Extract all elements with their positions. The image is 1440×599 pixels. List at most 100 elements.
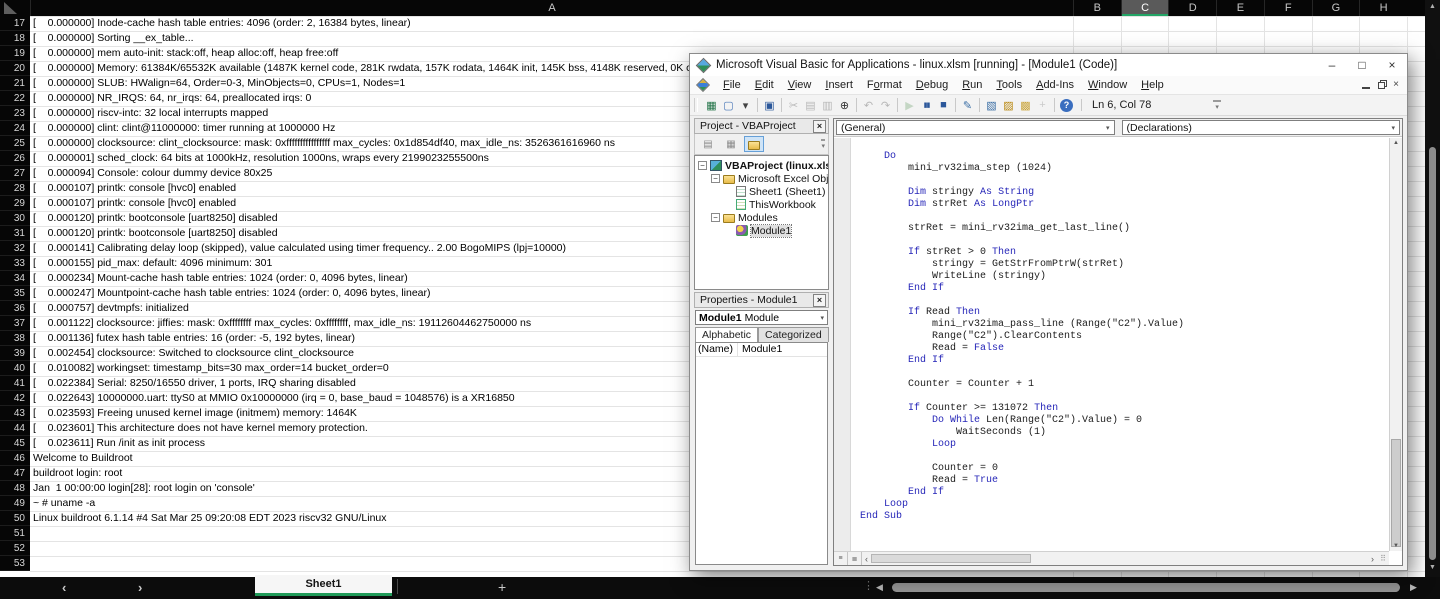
project-panel-close-icon[interactable]: ×	[813, 120, 826, 133]
menu-run[interactable]: Run	[955, 77, 989, 93]
view-excel-icon[interactable]: ▦	[703, 97, 720, 113]
row-number-38[interactable]: 38	[0, 331, 30, 346]
help-icon[interactable]: ?	[1060, 99, 1073, 112]
row-number-42[interactable]: 42	[0, 391, 30, 406]
menu-help[interactable]: Help	[1134, 77, 1171, 93]
properties-panel-close-icon[interactable]: ×	[813, 294, 826, 307]
break-icon[interactable]: ▮▮	[918, 97, 935, 113]
vba-titlebar[interactable]: Microsoft Visual Basic for Applications …	[690, 54, 1407, 76]
view-object-icon[interactable]: ▦	[721, 136, 741, 152]
tree-expander-icon[interactable]: −	[711, 213, 720, 222]
column-header-f[interactable]: F	[1264, 0, 1312, 16]
cell-a39[interactable]: [ 0.002454] clocksource: Switched to clo…	[33, 346, 354, 361]
row-number-17[interactable]: 17	[0, 16, 30, 31]
find-icon[interactable]: ⊕	[836, 97, 853, 113]
row-number-20[interactable]: 20	[0, 61, 30, 76]
save-icon[interactable]: ▣	[761, 97, 778, 113]
cell-a17[interactable]: [ 0.000000] Inode-cache hash table entri…	[33, 16, 411, 31]
mdi-close-icon[interactable]: ×	[1393, 80, 1399, 90]
cell-a35[interactable]: [ 0.000247] Mountpoint-cache hash table …	[33, 286, 431, 301]
properties-window-icon[interactable]: ▨	[1000, 97, 1017, 113]
cell-a47[interactable]: buildroot login: root	[33, 466, 122, 481]
row-number-49[interactable]: 49	[0, 496, 30, 511]
object-browser-icon[interactable]: ▩	[1017, 97, 1034, 113]
column-header-e[interactable]: E	[1216, 0, 1264, 16]
menu-window[interactable]: Window	[1081, 77, 1134, 93]
cell-a27[interactable]: [ 0.000094] Console: colour dummy device…	[33, 166, 272, 181]
row-number-41[interactable]: 41	[0, 376, 30, 391]
scroll-down-icon[interactable]: ▼	[1390, 543, 1402, 549]
row-number-48[interactable]: 48	[0, 481, 30, 496]
object-dropdown[interactable]: (General) ▾	[836, 120, 1115, 135]
cell-a23[interactable]: [ 0.000000] riscv-intc: 32 local interru…	[33, 106, 268, 121]
cell-a40[interactable]: [ 0.010082] workingset: timestamp_bits=3…	[33, 361, 389, 376]
insert-userform-caret-icon[interactable]: ▾	[737, 97, 754, 113]
next-sheet-icon[interactable]: ›	[138, 580, 142, 595]
row-number-53[interactable]: 53	[0, 556, 30, 571]
row-number-25[interactable]: 25	[0, 136, 30, 151]
row-number-32[interactable]: 32	[0, 241, 30, 256]
prev-sheet-icon[interactable]: ‹	[62, 580, 66, 595]
properties-panel-header[interactable]: Properties - Module1 ×	[694, 292, 829, 308]
cell-a44[interactable]: [ 0.023601] This architecture does not h…	[33, 421, 368, 436]
toolbar-grip[interactable]	[694, 98, 698, 112]
row-number-23[interactable]: 23	[0, 106, 30, 121]
scroll-up-icon[interactable]: ▲	[1390, 140, 1402, 146]
tree-item-thisworkbook[interactable]: ThisWorkbook	[695, 198, 828, 211]
toggle-folders-icon[interactable]	[744, 136, 764, 152]
menu-edit[interactable]: Edit	[748, 77, 781, 93]
scroll-right-icon[interactable]: ›	[1368, 554, 1377, 564]
cell-a26[interactable]: [ 0.000001] sched_clock: 64 bits at 1000…	[33, 151, 489, 166]
cell-a41[interactable]: [ 0.022384] Serial: 8250/16550 driver, 1…	[33, 376, 356, 391]
row-number-18[interactable]: 18	[0, 31, 30, 46]
procedure-dropdown[interactable]: (Declarations) ▾	[1122, 120, 1401, 135]
tab-alphabetic[interactable]: Alphabetic	[695, 327, 758, 342]
cell-a29[interactable]: [ 0.000107] printk: console [hvc0] enabl…	[33, 196, 236, 211]
cell-a21[interactable]: [ 0.000000] SLUB: HWalign=64, Order=0-3,…	[33, 76, 405, 91]
row-number-52[interactable]: 52	[0, 541, 30, 556]
project-tree[interactable]: −VBAProject (linux.xlsm)−Microsoft Excel…	[694, 155, 829, 290]
properties-object-dropdown[interactable]: Module1 Module ▾	[695, 310, 828, 325]
project-toolbar-overflow-icon[interactable]: ▾	[821, 139, 825, 150]
full-module-view-icon[interactable]: ≣	[848, 552, 862, 565]
cell-a36[interactable]: [ 0.000757] devtmpfs: initialized	[33, 301, 189, 316]
mdi-minimize-icon[interactable]	[1362, 82, 1370, 89]
reset-icon[interactable]: ■	[935, 97, 952, 113]
row-number-36[interactable]: 36	[0, 301, 30, 316]
cell-a42[interactable]: [ 0.022643] 10000000.uart: ttyS0 at MMIO…	[33, 391, 515, 406]
code-vscroll-thumb[interactable]	[1391, 439, 1401, 547]
cell-a33[interactable]: [ 0.000155] pid_max: default: 4096 minim…	[33, 256, 272, 271]
column-header-g[interactable]: G	[1312, 0, 1360, 16]
row-number-47[interactable]: 47	[0, 466, 30, 481]
mdi-restore-icon[interactable]	[1378, 82, 1385, 89]
code-margin[interactable]	[834, 138, 851, 551]
row-number-40[interactable]: 40	[0, 361, 30, 376]
close-button[interactable]: ×	[1377, 54, 1407, 76]
view-code-icon[interactable]: ▤	[698, 136, 718, 152]
row-number-44[interactable]: 44	[0, 421, 30, 436]
cell-a24[interactable]: [ 0.000000] clint: clint@11000000: timer…	[33, 121, 335, 136]
row-number-45[interactable]: 45	[0, 436, 30, 451]
select-all-button[interactable]	[0, 0, 30, 16]
cell-a43[interactable]: [ 0.023593] Freeing unused kernel image …	[33, 406, 357, 421]
tree-item-modules[interactable]: −Modules	[695, 211, 828, 224]
row-number-29[interactable]: 29	[0, 196, 30, 211]
tree-item-module1[interactable]: Module1	[695, 224, 828, 237]
row-number-27[interactable]: 27	[0, 166, 30, 181]
cell-a30[interactable]: [ 0.000120] printk: bootconsole [uart825…	[33, 211, 278, 226]
code-hscroll-thumb[interactable]	[871, 554, 1031, 563]
cell-a37[interactable]: [ 0.001122] clocksource: jiffies: mask: …	[33, 316, 531, 331]
row-number-46[interactable]: 46	[0, 451, 30, 466]
cell-a50[interactable]: Linux buildroot 6.1.14 #4 Sat Mar 25 09:…	[33, 511, 387, 526]
design-mode-icon[interactable]: ✎	[959, 97, 976, 113]
property-value[interactable]: Module1	[738, 343, 786, 356]
row-number-50[interactable]: 50	[0, 511, 30, 526]
menu-debug[interactable]: Debug	[909, 77, 955, 93]
property-row[interactable]: (Name)Module1	[696, 343, 827, 357]
cell-a45[interactable]: [ 0.023611] Run /init as init process	[33, 436, 205, 451]
menu-addins[interactable]: Add-Ins	[1029, 77, 1081, 93]
project-explorer-icon[interactable]: ▧	[983, 97, 1000, 113]
toolbar-overflow-icon[interactable]: ▾	[1213, 100, 1221, 111]
scroll-left-icon[interactable]: ◀	[876, 582, 883, 593]
insert-userform-icon[interactable]: ▢	[720, 97, 737, 113]
